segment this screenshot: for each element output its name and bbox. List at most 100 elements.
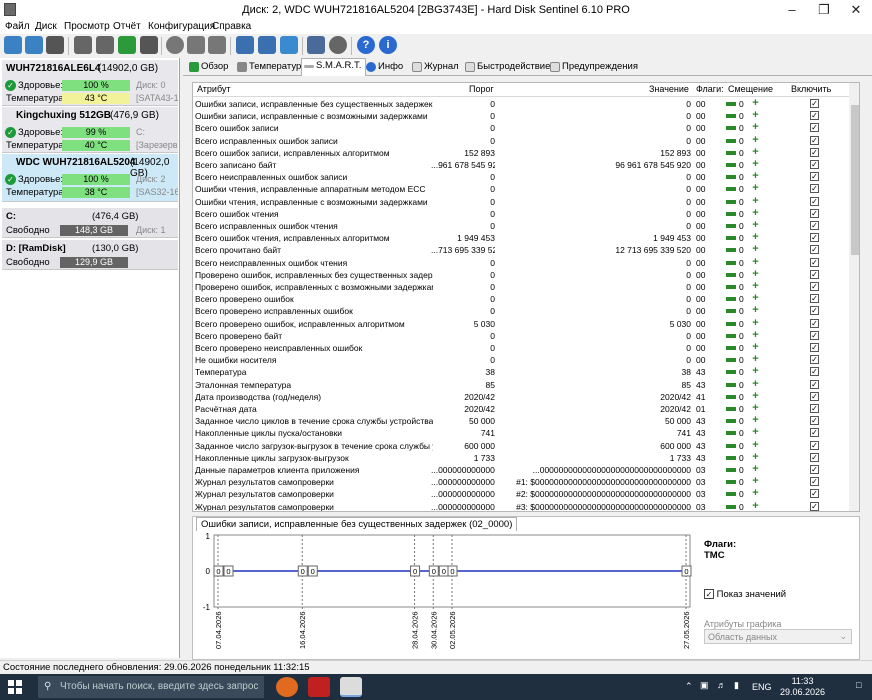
decrement-offset-button[interactable]	[726, 321, 736, 326]
increment-offset-button[interactable]: +	[751, 464, 760, 475]
increment-offset-button[interactable]: +	[751, 378, 760, 389]
decrement-offset-button[interactable]	[726, 126, 736, 131]
table-row[interactable]: Заданное число циклов в течение срока сл…	[193, 415, 849, 427]
decrement-offset-button[interactable]	[726, 419, 736, 424]
table-row[interactable]: Всего ошибок записи 0 0 00 0 + ✓	[193, 122, 849, 134]
checkbox-checked-icon[interactable]: ✓	[704, 589, 714, 600]
enable-checkbox[interactable]: ✓	[810, 367, 819, 377]
decrement-offset-button[interactable]	[726, 358, 736, 363]
decrement-offset-button[interactable]	[726, 504, 736, 509]
enable-checkbox[interactable]: ✓	[810, 306, 819, 316]
table-row[interactable]: Журнал результатов самопроверки ...000000…	[193, 500, 849, 511]
surface-test-icon[interactable]	[96, 36, 114, 54]
enable-checkbox[interactable]: ✓	[810, 501, 819, 511]
decrement-offset-button[interactable]	[726, 407, 736, 411]
table-row[interactable]: Ошибки чтения, исправленные с возможными…	[193, 195, 849, 208]
decrement-offset-button[interactable]	[726, 480, 736, 485]
tab-log[interactable]: Журнал	[410, 60, 463, 76]
increment-offset-button[interactable]: +	[751, 232, 760, 243]
increment-offset-button[interactable]: +	[751, 146, 760, 157]
increment-offset-button[interactable]: +	[751, 207, 760, 218]
increment-offset-button[interactable]: +	[751, 268, 760, 279]
menu-view[interactable]: Просмотр	[64, 20, 110, 34]
tab-overview[interactable]: Обзор	[187, 60, 232, 76]
menu-help[interactable]: Справка	[212, 20, 251, 34]
tab-smart[interactable]: S.M.A.R.T.	[301, 58, 367, 76]
chevron-up-icon[interactable]: ⌃	[685, 681, 693, 692]
enable-checkbox[interactable]: ✓	[810, 294, 819, 304]
increment-offset-button[interactable]: +	[751, 500, 760, 511]
table-row[interactable]: Всего ошибок записи, исправленных алгори…	[193, 146, 849, 159]
increment-offset-button[interactable]: +	[751, 220, 760, 231]
email-icon[interactable]	[258, 36, 276, 54]
windows-start-icon[interactable]	[8, 680, 22, 694]
decrement-offset-button[interactable]	[726, 187, 736, 192]
enable-checkbox[interactable]: ✓	[810, 465, 819, 474]
table-row[interactable]: Расчётная дата 2020/42 2020/42 01 0 + ✓	[193, 403, 849, 415]
increment-offset-button[interactable]: +	[751, 281, 760, 292]
table-row[interactable]: Заданное число загрузок-выгрузок в течен…	[193, 439, 849, 452]
enable-checkbox[interactable]: ✓	[810, 477, 819, 487]
enable-checkbox[interactable]: ✓	[810, 440, 819, 450]
enable-checkbox[interactable]: ✓	[810, 379, 819, 389]
enable-checkbox[interactable]: ✓	[810, 428, 819, 438]
refresh-all-icon[interactable]	[25, 36, 43, 54]
increment-offset-button[interactable]: +	[751, 427, 760, 438]
chart-title-tab[interactable]: Ошибки записи, исправленные без существе…	[196, 517, 518, 531]
table-row[interactable]: Всего неисправленных ошибок чтения 0 0 00 0 +…	[193, 256, 849, 269]
table-row[interactable]: Данные параметров клиента приложения ...0…	[193, 464, 849, 476]
col-offset[interactable]: Смещение	[728, 84, 773, 94]
increment-offset-button[interactable]: +	[751, 366, 760, 377]
decrement-offset-button[interactable]	[726, 346, 736, 350]
data-area-select[interactable]: Область данных ⌄	[704, 629, 852, 644]
maximize-button[interactable]: ❐	[808, 0, 840, 20]
volume-item[interactable]: C: (476,4 GB) Свободно 148,3 GB Диск: 1	[2, 208, 178, 238]
decrement-offset-button[interactable]	[726, 468, 736, 472]
decrement-offset-button[interactable]	[726, 455, 736, 460]
enable-checkbox[interactable]: ✓	[810, 282, 819, 291]
table-row[interactable]: Всего прочитано байт ...713 695 339 520 12…	[193, 244, 849, 256]
enable-checkbox[interactable]: ✓	[810, 330, 819, 340]
decrement-offset-button[interactable]	[726, 211, 736, 216]
table-row[interactable]: Всего проверено исправленных ошибок 0 0 00 0…	[193, 305, 849, 317]
enable-checkbox[interactable]: ✓	[810, 99, 819, 108]
increment-offset-button[interactable]: +	[751, 122, 760, 133]
decrement-offset-button[interactable]	[726, 236, 736, 241]
enable-checkbox[interactable]: ✓	[810, 184, 819, 194]
table-row[interactable]: Проверено ошибок, исправленных с возможн…	[193, 281, 849, 293]
increment-offset-button[interactable]: +	[751, 488, 760, 499]
hds-taskbar-icon[interactable]	[340, 677, 362, 697]
enable-checkbox[interactable]: ✓	[810, 318, 819, 328]
tab-info[interactable]: Инфо	[364, 60, 407, 76]
enable-checkbox[interactable]: ✓	[810, 135, 819, 145]
increment-offset-button[interactable]: +	[751, 171, 760, 182]
col-flags[interactable]: Флаги:	[696, 84, 724, 94]
decrement-offset-button[interactable]	[726, 333, 736, 338]
decrement-offset-button[interactable]	[726, 285, 736, 289]
decrement-offset-button[interactable]	[726, 297, 736, 302]
decrement-offset-button[interactable]	[726, 199, 736, 204]
help-icon[interactable]: ?	[357, 36, 375, 54]
table-row[interactable]: Всего проверено ошибок, исправленных алг…	[193, 317, 849, 330]
table-row[interactable]: Температура 38 38 43 0 + ✓	[193, 366, 849, 378]
table-row[interactable]: Всего проверено неисправленных ошибок 0 0 0…	[193, 342, 849, 354]
increment-offset-button[interactable]: +	[751, 415, 760, 426]
decrement-offset-button[interactable]	[726, 102, 736, 106]
increment-offset-button[interactable]: +	[751, 183, 760, 194]
enable-checkbox[interactable]: ✓	[810, 245, 819, 255]
increment-offset-button[interactable]: +	[751, 110, 760, 121]
enable-checkbox[interactable]: ✓	[810, 343, 819, 352]
decrement-offset-button[interactable]	[726, 248, 736, 253]
table-row[interactable]: Ошибки записи, исправленные без существе…	[193, 98, 849, 110]
show-values-checkbox[interactable]: ✓ Показ значений	[704, 589, 786, 600]
report-icon[interactable]	[236, 36, 254, 54]
decrement-offset-button[interactable]	[726, 175, 736, 180]
col-attribute[interactable]: Атрибут	[197, 84, 231, 94]
increment-offset-button[interactable]: +	[751, 305, 760, 316]
table-row[interactable]: Дата производства (год/неделя) 2020/42 202…	[193, 390, 849, 403]
table-row[interactable]: Эталонная температура 85 85 43 0 + ✓	[193, 378, 849, 391]
enable-checkbox[interactable]: ✓	[810, 221, 819, 230]
tab-temperature[interactable]: Температура	[235, 60, 311, 76]
table-row[interactable]: Журнал результатов самопроверки ...000000…	[193, 476, 849, 488]
increment-offset-button[interactable]: +	[751, 134, 760, 145]
